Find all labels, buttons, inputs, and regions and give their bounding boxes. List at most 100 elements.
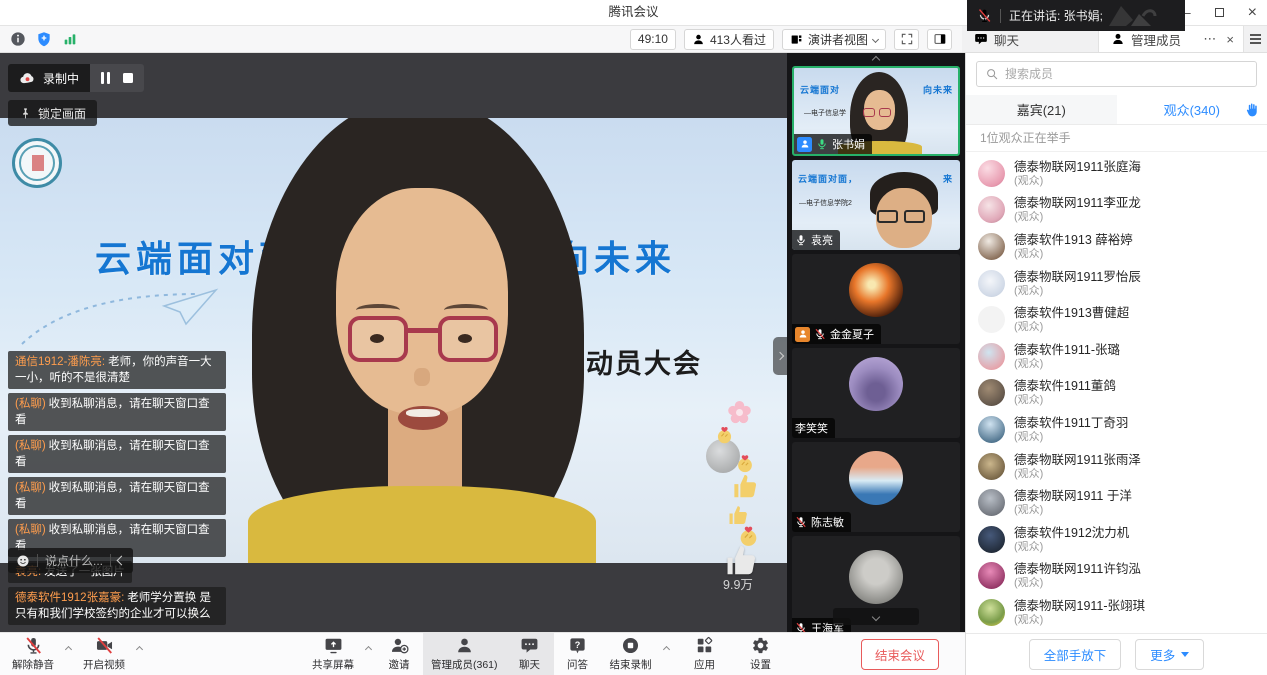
end-meeting-button[interactable]: 结束会议: [861, 639, 939, 670]
member-row[interactable]: 德泰物联网1911罗怡辰(观众): [966, 265, 1267, 302]
lock-view-button[interactable]: 锁定画面: [8, 100, 97, 126]
emoji-icon[interactable]: [16, 554, 30, 568]
member-row[interactable]: 德泰软件1911丁奇羽(观众): [966, 411, 1267, 448]
side-panel-toggle[interactable]: [927, 29, 952, 50]
start-video-button[interactable]: 开启视频: [75, 633, 133, 675]
video-tile-chenzhimin[interactable]: 陈志敏: [792, 442, 960, 532]
member-row[interactable]: 德泰物联网1911张庭海(观众): [966, 155, 1267, 192]
thumbs-up-reaction-icon: [730, 471, 760, 501]
tab-guests[interactable]: 嘉宾(21): [966, 95, 1117, 124]
chat-message: 德泰软件1912张嘉豪:老师学分置换 是只有和我们学校签约的企业才可以换么: [8, 587, 226, 625]
quick-chat-placeholder[interactable]: 说点什么...: [45, 552, 103, 569]
share-screen-button[interactable]: 共享屏幕: [304, 633, 362, 675]
member-search-box[interactable]: [976, 61, 1257, 87]
tile-name-chip: 袁亮: [792, 230, 840, 250]
member-row[interactable]: 德泰物联网1911李亚龙(观众): [966, 192, 1267, 229]
raise-hand-notice[interactable]: 1位观众正在举手: [966, 125, 1267, 152]
member-row[interactable]: 德泰软件1913曹健超(观众): [966, 301, 1267, 338]
share-options-button[interactable]: [362, 633, 375, 675]
host-badge-icon: [797, 137, 812, 152]
avatar: [978, 489, 1005, 516]
side-panel-icon: [933, 32, 947, 46]
lower-all-hands-button[interactable]: 全部手放下: [1029, 639, 1122, 670]
collapse-thumbnails-button[interactable]: [773, 337, 787, 375]
watermark-logo-icon: [1103, 2, 1157, 28]
panel-more-button[interactable]: ⋯: [1203, 31, 1216, 47]
stop-recording-button[interactable]: [123, 73, 133, 83]
info-icon[interactable]: [10, 31, 26, 47]
member-list[interactable]: 德泰物联网1911张庭海(观众) 德泰物联网1911李亚龙(观众) 德泰软件19…: [966, 152, 1267, 633]
chat-message: (私聊)收到私聊消息，请在聊天窗口查看: [8, 393, 226, 431]
panel-close-button[interactable]: ×: [1226, 32, 1234, 47]
member-row[interactable]: 德泰软件1911董鸽(观众): [966, 375, 1267, 412]
search-input[interactable]: [1005, 67, 1248, 81]
maximize-button[interactable]: [1215, 8, 1224, 17]
share-screen-icon: [324, 636, 343, 655]
member-row[interactable]: 德泰物联网1911许钧泓(观众): [966, 558, 1267, 595]
avatar: [978, 562, 1005, 589]
dropdown-arrow-icon: [1181, 652, 1189, 657]
close-button[interactable]: ×: [1248, 5, 1257, 21]
apps-button[interactable]: 应用: [681, 633, 729, 675]
fullscreen-button[interactable]: [894, 29, 919, 50]
finger-heart-reaction-icon: [714, 424, 735, 445]
stop-record-icon: [621, 636, 640, 655]
video-tile-lixiaoxiao[interactable]: 李笑笑: [792, 348, 960, 438]
avatar: [978, 196, 1005, 223]
member-row[interactable]: 德泰软件1913 薛裕婷(观众): [966, 228, 1267, 265]
avatar: [978, 343, 1005, 370]
layout-icon: [790, 33, 803, 46]
meeting-timer: 49:10: [630, 29, 676, 50]
stop-recording-button[interactable]: 结束录制: [602, 633, 660, 675]
video-thumbnail-strip: 云端面对 向未来 —电子信息学 张书娟 云端面对面， 来 —电子信息学院2: [787, 53, 965, 632]
tencent-meeting-window: 腾讯会议 — × 正在讲话: 张书娟; 49:10 413人看过: [0, 0, 1267, 675]
active-speaker-bar: 正在讲话: 张书娟;: [967, 0, 1185, 31]
raised-hand-icon[interactable]: [1244, 102, 1260, 118]
member-row[interactable]: 德泰物联网1911 于洋(观众): [966, 484, 1267, 521]
viewer-count[interactable]: 413人看过: [684, 29, 774, 50]
mic-muted-icon: [977, 8, 992, 23]
invite-button[interactable]: 邀请: [375, 633, 423, 675]
manage-members-button[interactable]: 管理成员(361): [423, 633, 506, 675]
avatar: [978, 270, 1005, 297]
unmute-button[interactable]: 解除静音: [4, 633, 62, 675]
camera-muted-icon: [95, 636, 114, 655]
mic-muted-icon: [814, 328, 826, 340]
network-signal-icon[interactable]: [62, 31, 78, 47]
camera-options-button[interactable]: [133, 633, 146, 675]
window-controls: — ×: [1178, 0, 1257, 25]
avatar: [978, 526, 1005, 553]
shield-icon[interactable]: [36, 31, 52, 47]
avatar: [978, 379, 1005, 406]
member-panel: 嘉宾(21) 观众(340) 1位观众正在举手 德泰物联网1911张庭海(观众)…: [965, 53, 1267, 675]
avatar: [849, 263, 903, 317]
avatar: [978, 599, 1005, 626]
recording-options-button[interactable]: [660, 633, 673, 675]
quick-chat-bar[interactable]: 说点什么...: [8, 548, 133, 573]
pause-recording-button[interactable]: [101, 72, 110, 84]
recording-status: 录制中: [43, 70, 79, 87]
apps-grid-icon: [695, 636, 714, 655]
chat-message: (私聊)收到私聊消息，请在聊天窗口查看: [8, 435, 226, 473]
view-mode-selector[interactable]: 演讲者视图: [782, 29, 886, 50]
chat-button[interactable]: 聊天: [506, 633, 554, 675]
collapse-left-icon[interactable]: [117, 556, 127, 566]
scroll-down-button[interactable]: [833, 608, 919, 625]
member-row[interactable]: 德泰软件1911-张璐(观众): [966, 338, 1267, 375]
scroll-up-button[interactable]: [787, 53, 965, 66]
question-icon: [568, 636, 587, 655]
video-tile-yuanliang[interactable]: 云端面对面， 来 —电子信息学院2 袁亮: [792, 160, 960, 250]
video-tile-jinjinxiazi[interactable]: 金金夏子: [792, 254, 960, 344]
member-row[interactable]: 德泰物联网1911张雨泽(观众): [966, 448, 1267, 485]
mic-options-button[interactable]: [62, 633, 75, 675]
divider: [1000, 9, 1001, 23]
main-video-area[interactable]: 云端面对面 向未来 电子信息学 动员大会 录制中: [0, 53, 787, 632]
more-button[interactable]: 更多: [1135, 639, 1204, 670]
panel-menu-button[interactable]: [1243, 26, 1267, 52]
video-tile-zhangshujuan[interactable]: 云端面对 向未来 —电子信息学 张书娟: [792, 66, 960, 156]
settings-button[interactable]: 设置: [737, 633, 785, 675]
member-row[interactable]: 德泰软件1912沈力机(观众): [966, 521, 1267, 558]
qa-button[interactable]: 问答: [554, 633, 602, 675]
member-row[interactable]: 德泰物联网1911-张翊琪(观众): [966, 594, 1267, 631]
tile-name-chip: 陈志敏: [792, 512, 851, 532]
